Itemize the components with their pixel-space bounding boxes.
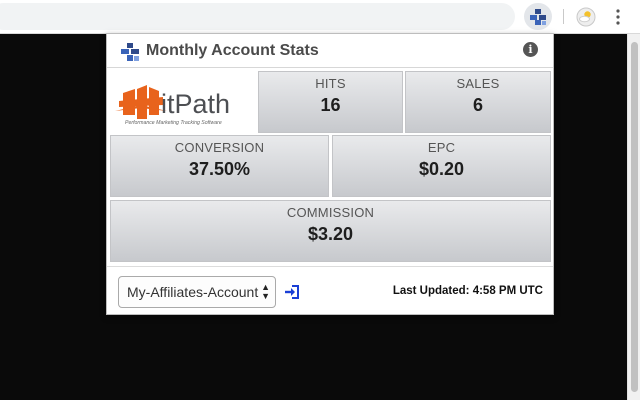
popup-title: Monthly Account Stats [146, 42, 319, 59]
popup-header: Monthly Account Stats i [107, 34, 553, 68]
toolbar-divider [563, 9, 564, 24]
page-scrollbar[interactable] [627, 34, 640, 400]
hitpath-brand-logo: itPath Performance Marketing Tracking So… [111, 71, 256, 133]
commission-label: COMMISSION [286, 205, 375, 220]
epc-value: $0.20 [418, 159, 465, 179]
stats-grid: itPath Performance Marketing Tracking So… [107, 68, 553, 264]
hitpath-extension-button[interactable] [524, 3, 552, 30]
sales-label: SALES [456, 76, 500, 91]
hits-label: HITS [315, 76, 346, 91]
account-select-value: My-Affiliates-Account [127, 284, 259, 300]
account-select[interactable]: My-Affiliates-Account ▲ ▼ [118, 276, 276, 308]
hits-stat: HITS 16 [258, 71, 403, 133]
brand-tagline: Performance Marketing Tracking Software [125, 120, 222, 126]
weather-extension-button[interactable] [572, 3, 600, 30]
conversion-stat: CONVERSION 37.50% [110, 135, 329, 197]
hits-value: 16 [320, 95, 341, 115]
epc-stat: EPC $0.20 [332, 135, 551, 197]
chrome-menu-button[interactable] [606, 5, 630, 29]
stats-popup: Monthly Account Stats i itPath Performan… [106, 33, 554, 315]
hitpath-h-mark [115, 85, 167, 119]
address-bar[interactable] [0, 3, 515, 30]
commission-stat: COMMISSION $3.20 [110, 200, 551, 262]
conversion-value: 37.50% [188, 159, 251, 179]
sign-in-icon[interactable] [284, 284, 300, 300]
popup-footer: My-Affiliates-Account ▲ ▼ Last Updated: 4… [107, 266, 553, 314]
chrome-menu-icon [616, 9, 620, 25]
last-updated-text: Last Updated: 4:58 PM UTC [392, 285, 543, 297]
browser-toolbar [0, 0, 640, 34]
commission-value: $3.20 [307, 224, 354, 244]
sales-stat: SALES 6 [405, 71, 551, 133]
sales-value: 6 [472, 95, 483, 115]
weather-extension-icon [576, 7, 596, 26]
scrollbar-thumb[interactable] [631, 42, 638, 392]
select-arrows-icon: ▲ ▼ [261, 282, 270, 301]
conversion-label: CONVERSION [174, 140, 265, 155]
extension-hitpath-icon [530, 8, 546, 25]
info-icon[interactable]: i [523, 42, 538, 57]
epc-label: EPC [427, 140, 456, 155]
brand-name: itPath [161, 89, 230, 119]
hitpath-logo-icon [121, 43, 139, 61]
